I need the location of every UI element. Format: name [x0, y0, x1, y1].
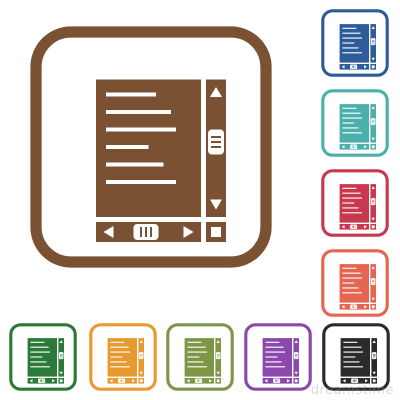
purple-variant-icon — [243, 322, 313, 392]
olive-variant-icon — [165, 322, 235, 392]
salmon-variant-icon — [320, 248, 390, 318]
main-document-scroll-icon — [26, 22, 276, 272]
teal-variant-icon — [320, 88, 390, 158]
black-variant-icon — [321, 322, 391, 392]
blue-variant-icon — [320, 8, 390, 78]
green-variant-icon — [8, 322, 78, 392]
orange-variant-icon — [88, 322, 158, 392]
watermark-text: dreamstime — [310, 383, 394, 398]
crimson-variant-icon — [320, 168, 390, 238]
